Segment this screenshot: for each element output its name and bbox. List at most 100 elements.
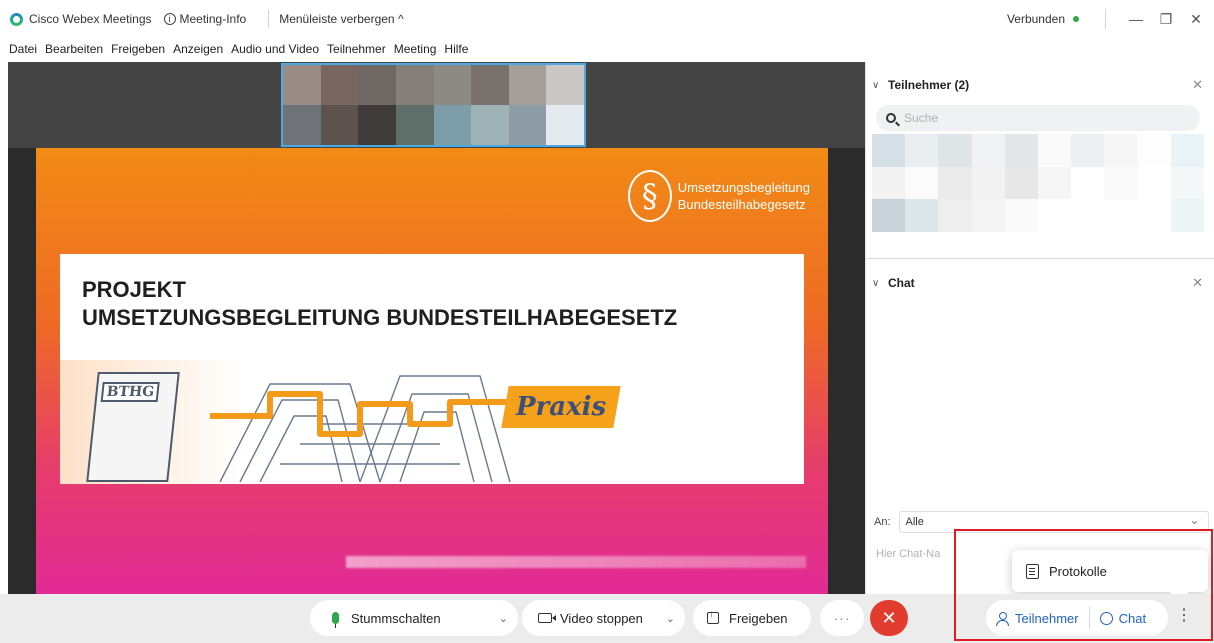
participants-title: Teilnehmer (2) bbox=[888, 78, 970, 92]
praxis-tag: Praxis bbox=[501, 386, 621, 428]
pixel-block bbox=[320, 65, 359, 105]
pixel-block bbox=[872, 199, 906, 232]
chevron-down-icon[interactable]: ⌄ bbox=[499, 612, 508, 625]
pixel-block bbox=[471, 105, 509, 145]
title-bar-right: Verbunden — ❐ ✕ bbox=[1007, 0, 1214, 38]
person-icon bbox=[996, 611, 1009, 626]
slide-title-line-1: PROJEKT bbox=[82, 277, 186, 302]
participant-list[interactable] bbox=[872, 134, 1204, 232]
menu-datei[interactable]: Datei bbox=[9, 42, 37, 56]
document-icon bbox=[1026, 563, 1039, 579]
status-dot-icon bbox=[1073, 16, 1079, 22]
share-icon bbox=[707, 609, 719, 624]
chat-message-input[interactable]: Hier Chat-Na bbox=[876, 548, 940, 560]
menu-bar: Datei Bearbeiten Freigeben Anzeigen Audi… bbox=[0, 38, 1214, 60]
pixel-block bbox=[471, 65, 509, 105]
chat-to-label: An: bbox=[874, 516, 891, 528]
pixel-block bbox=[1004, 166, 1038, 200]
menu-hilfe[interactable]: Hilfe bbox=[444, 42, 468, 56]
menu-meeting[interactable]: Meeting bbox=[394, 42, 437, 56]
webex-window: Cisco Webex Meetings i Meeting-Info Menü… bbox=[0, 0, 1214, 643]
pixel-block bbox=[1038, 134, 1072, 167]
share-label: Freigeben bbox=[729, 610, 788, 626]
pixel-block bbox=[283, 105, 321, 145]
pixel-block bbox=[1104, 199, 1138, 232]
pixel-block bbox=[905, 199, 939, 232]
pixel-block bbox=[1170, 134, 1204, 167]
camera-icon bbox=[538, 613, 556, 623]
menu-anzeigen[interactable]: Anzeigen bbox=[173, 42, 223, 56]
pixel-block bbox=[283, 65, 321, 105]
pixel-block bbox=[872, 134, 906, 167]
pixel-block bbox=[1104, 166, 1138, 200]
title-separator bbox=[268, 10, 270, 28]
protokolle-menu-item[interactable]: Protokolle bbox=[1012, 550, 1208, 592]
pixel-block bbox=[320, 105, 359, 145]
slide-white-panel: PROJEKT UMSETZUNGSBEGLEITUNG BUNDESTEILH… bbox=[60, 254, 804, 484]
law-book-icon: BTHG bbox=[86, 372, 180, 482]
pixel-block bbox=[1170, 166, 1204, 200]
pixel-block bbox=[1170, 199, 1204, 232]
maze-illustration bbox=[210, 375, 540, 483]
praxis-label: Praxis bbox=[515, 392, 607, 422]
side-panel: ∨ Teilnehmer (2) ✕ Suche ∨ Chat ✕ An: Al… bbox=[865, 62, 1214, 594]
menu-bearbeiten[interactable]: Bearbeiten bbox=[45, 42, 103, 56]
restore-button[interactable]: ❐ bbox=[1154, 7, 1178, 31]
stop-video-button[interactable]: Video stoppen ⌄ bbox=[522, 600, 685, 636]
participants-toggle-label: Teilnehmer bbox=[1015, 610, 1079, 626]
chat-title: Chat bbox=[888, 276, 915, 290]
window-controls-separator bbox=[1105, 9, 1106, 29]
pixel-block bbox=[971, 166, 1005, 200]
info-icon: i bbox=[163, 13, 176, 25]
close-window-button[interactable]: ✕ bbox=[1184, 7, 1208, 31]
meeting-stage: § Umsetzungsbegleitung Bundesteilhabeges… bbox=[8, 62, 865, 594]
pixel-block bbox=[1038, 199, 1072, 232]
minimize-button[interactable]: — bbox=[1124, 7, 1148, 31]
pixel-block bbox=[546, 65, 584, 105]
participants-header[interactable]: ∨ Teilnehmer (2) ✕ bbox=[866, 70, 1214, 100]
mute-button[interactable]: Stummschalten ⌄ bbox=[310, 600, 518, 636]
chat-header[interactable]: ∨ Chat ✕ bbox=[866, 268, 1214, 298]
pixel-block bbox=[395, 105, 434, 145]
pixel-block bbox=[938, 134, 972, 167]
participant-video-thumbnail[interactable] bbox=[281, 63, 586, 147]
paragraph-logo-icon: § bbox=[627, 170, 672, 222]
more-options-button[interactable]: ··· bbox=[820, 600, 864, 636]
participant-search-input[interactable]: Suche bbox=[876, 105, 1200, 131]
menu-audio-video[interactable]: Audio und Video bbox=[231, 42, 319, 56]
share-button[interactable]: Freigeben bbox=[693, 600, 811, 636]
shared-slide: § Umsetzungsbegleitung Bundesteilhabeges… bbox=[36, 148, 828, 594]
chevron-down-icon[interactable]: ⌄ bbox=[666, 612, 675, 625]
end-meeting-button[interactable]: ✕ bbox=[870, 600, 908, 636]
app-title: Cisco Webex Meetings bbox=[29, 12, 152, 26]
search-icon bbox=[886, 113, 896, 123]
participants-toggle-button[interactable]: Teilnehmer bbox=[986, 600, 1089, 636]
panel-toggle-group: Teilnehmer Chat bbox=[986, 600, 1168, 636]
blurred-footer-text bbox=[346, 556, 806, 568]
pixel-block bbox=[433, 65, 472, 105]
close-participants-button[interactable]: ✕ bbox=[1192, 77, 1203, 93]
pixel-block bbox=[1137, 166, 1171, 200]
pixel-block bbox=[905, 166, 939, 200]
chat-recipient-select[interactable]: Alle bbox=[898, 511, 1209, 533]
connection-status: Verbunden bbox=[1007, 12, 1079, 26]
panel-divider bbox=[866, 258, 1214, 259]
menu-teilnehmer[interactable]: Teilnehmer bbox=[327, 42, 386, 56]
slide-banner-illustration: BTHG Praxis bbox=[60, 360, 804, 484]
book-label: BTHG bbox=[100, 382, 161, 402]
pixel-block bbox=[1071, 199, 1105, 232]
stop-video-label: Video stoppen bbox=[560, 610, 643, 626]
pixel-block bbox=[1137, 199, 1171, 232]
pixel-block bbox=[1071, 166, 1105, 200]
menu-freigeben[interactable]: Freigeben bbox=[111, 42, 165, 56]
kebab-menu-icon[interactable]: ⋮ bbox=[1176, 608, 1192, 624]
close-chat-button[interactable]: ✕ bbox=[1192, 275, 1203, 291]
meeting-info-button[interactable]: i Meeting-Info bbox=[163, 0, 259, 38]
hide-menu-button[interactable]: Menüleiste verbergen ^ bbox=[279, 0, 415, 38]
pixel-block bbox=[358, 105, 396, 145]
pixel-block bbox=[546, 105, 584, 145]
pixel-block bbox=[1038, 166, 1072, 200]
chat-toggle-button[interactable]: Chat bbox=[1090, 600, 1156, 636]
pixel-block bbox=[1071, 134, 1105, 167]
title-bar-left: Cisco Webex Meetings i Meeting-Info Menü… bbox=[0, 0, 416, 38]
